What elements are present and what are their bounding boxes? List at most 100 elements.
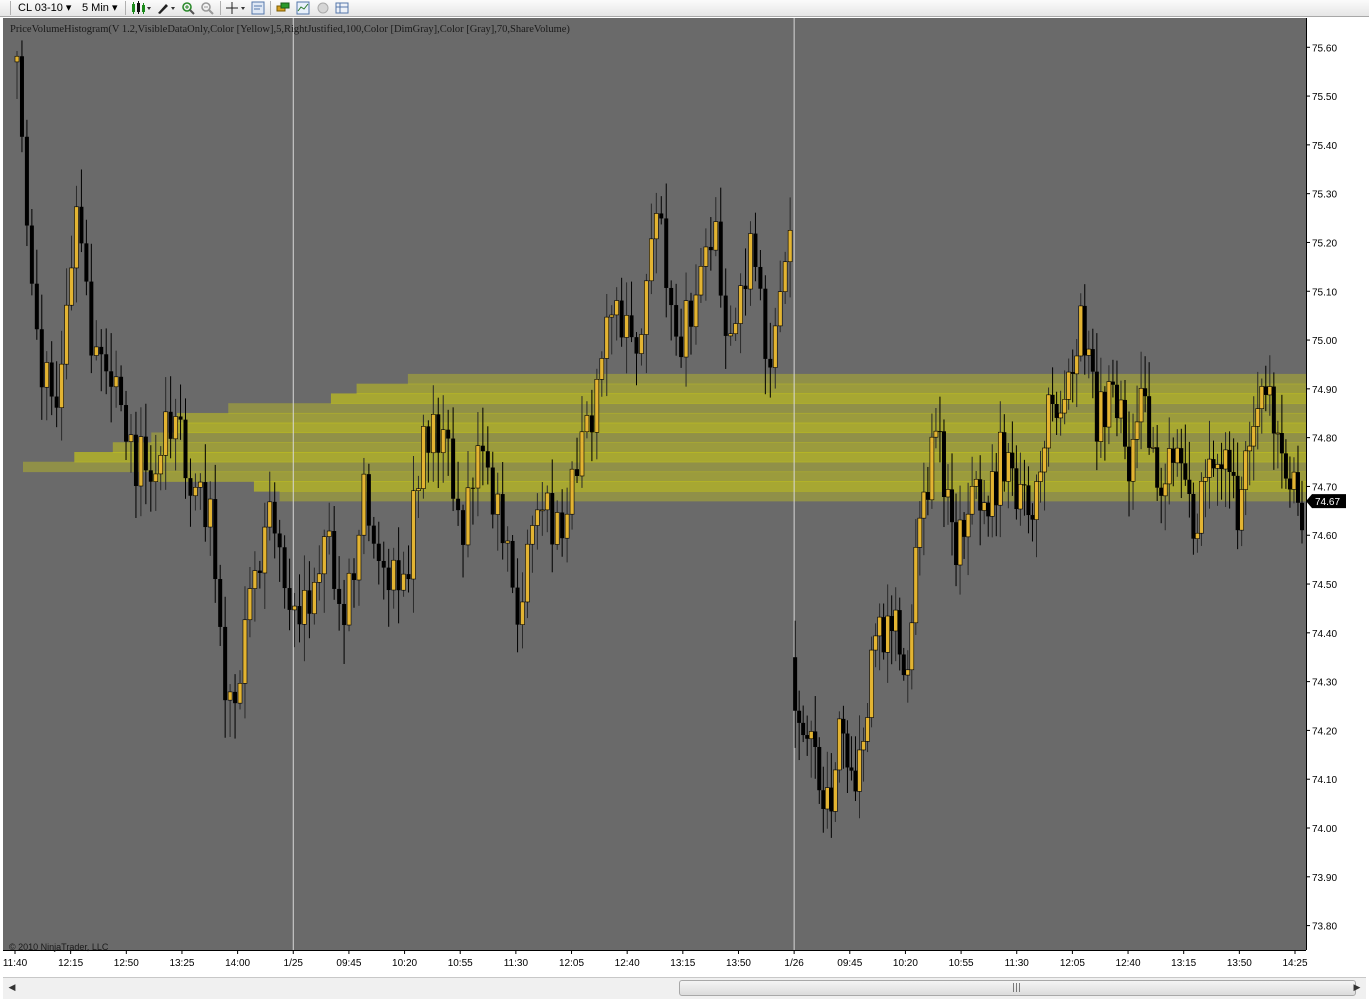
candle-body — [861, 741, 866, 751]
candle-body — [426, 426, 431, 453]
candle-body — [24, 136, 29, 226]
candle-body — [1259, 386, 1265, 409]
candle-body — [332, 531, 337, 589]
candle-body — [1090, 349, 1095, 372]
candle-body — [168, 411, 173, 439]
toolbar-separator — [220, 1, 221, 15]
candle-body — [1191, 493, 1196, 539]
candle-body — [575, 469, 580, 476]
instrument-link-icon[interactable] — [276, 1, 290, 15]
candle-body — [282, 547, 287, 589]
time-tick-label: 10:20 — [392, 958, 417, 969]
interval-selector[interactable]: 5 Min ▾ — [82, 0, 117, 16]
candle-body — [723, 295, 728, 336]
time-axis[interactable]: 11:40 12:15 12:50 13:25 14:00 1/25 09:45 10:20 1… — [3, 950, 1308, 969]
candle-body — [933, 430, 939, 438]
time-tick-label: 12:50 — [114, 958, 139, 969]
candle-body — [416, 488, 421, 492]
crosshair-icon[interactable] — [225, 1, 247, 15]
candle-body — [743, 285, 748, 290]
candle-body — [1014, 468, 1019, 510]
candle-body — [1110, 381, 1115, 385]
grid-icon[interactable] — [335, 1, 349, 15]
draw-pencil-icon[interactable] — [156, 1, 176, 15]
time-tick-label: 1/25 — [284, 958, 304, 969]
circle-icon[interactable] — [316, 1, 330, 15]
candle-body — [525, 543, 530, 603]
chart-properties-icon[interactable] — [296, 1, 310, 15]
candle-body — [1239, 489, 1244, 531]
candle-body — [782, 261, 788, 292]
candle-body — [44, 362, 50, 388]
candle-body — [753, 233, 758, 267]
candle-body — [683, 300, 689, 358]
zoom-in-icon[interactable] — [181, 1, 195, 15]
time-tick-label: 12:40 — [615, 958, 640, 969]
bars-type-icon[interactable] — [130, 1, 152, 15]
price-chart[interactable]: 75.60 75.50 75.40 75.30 75.20 75.10 75.00 74.90… — [3, 18, 1366, 976]
time-tick-label: 1/26 — [784, 958, 804, 969]
candle-body — [1247, 445, 1253, 452]
candle-body — [925, 492, 930, 500]
price-tick-label: 74.30 — [1312, 678, 1337, 689]
candle-body — [833, 769, 838, 812]
candle-body — [1046, 394, 1051, 449]
price-tick-label: 74.10 — [1312, 775, 1337, 786]
price-tick-label: 75.10 — [1312, 287, 1337, 298]
candle-body — [153, 473, 159, 482]
time-tick-label: 12:05 — [1060, 958, 1085, 969]
horizontal-scrollbar[interactable]: ◀ ||| ▶ — [3, 977, 1366, 999]
candle-body — [158, 455, 164, 475]
candle-body — [1138, 387, 1144, 423]
candle-body — [1195, 532, 1200, 539]
candle-body — [913, 547, 919, 624]
candle-body — [777, 291, 783, 327]
candle-body — [29, 225, 34, 284]
candle-body — [937, 431, 942, 433]
candle-body — [321, 536, 327, 575]
candle-body — [973, 478, 979, 487]
price-tick-label: 75.50 — [1312, 92, 1337, 103]
candle-body — [257, 570, 262, 573]
candle-body — [897, 610, 902, 655]
chart-toolbar: CL 03-10 ▾ 5 Min ▾ — [0, 0, 1369, 17]
scrollbar-thumb[interactable]: ||| — [679, 980, 1356, 996]
candle-body — [584, 415, 590, 433]
candle-body — [1062, 399, 1067, 414]
candle-body — [440, 429, 446, 454]
candle-body — [1211, 459, 1216, 469]
candle-body — [207, 498, 213, 528]
time-tick-label: 11:30 — [504, 958, 529, 969]
scroll-left-icon[interactable]: ◀ — [5, 981, 19, 995]
zoom-out-icon[interactable] — [200, 1, 214, 15]
instrument-selector[interactable]: CL 03-10 ▾ — [18, 0, 71, 16]
candle-body — [1042, 447, 1047, 473]
candle-body — [1183, 463, 1188, 480]
data-box-icon[interactable] — [251, 1, 265, 15]
candle-body — [674, 305, 679, 337]
candle-body — [849, 767, 854, 771]
current-price-label: 74.67 — [1315, 497, 1340, 508]
price-tick-label: 74.20 — [1312, 726, 1337, 737]
chart-canvas[interactable]: 75.60 75.50 75.40 75.30 75.20 75.10 75.00 74.90… — [3, 18, 1366, 976]
price-axis[interactable]: 75.60 75.50 75.40 75.30 75.20 75.10 75.00 74.90… — [1306, 43, 1337, 933]
candle-body — [1034, 481, 1039, 520]
candle-body — [302, 590, 307, 625]
candle-body — [421, 426, 426, 489]
candle-body — [986, 502, 991, 517]
candle-body — [738, 285, 743, 324]
candle-body — [857, 749, 862, 792]
candle-body — [1130, 439, 1136, 482]
candle-body — [113, 376, 119, 388]
candle-body — [138, 436, 144, 487]
candle-body — [376, 543, 381, 561]
candle-body — [74, 206, 79, 269]
candle-body — [99, 346, 104, 355]
price-tick-label: 74.60 — [1312, 531, 1337, 542]
candle-body — [772, 325, 778, 368]
price-tick-label: 74.00 — [1312, 824, 1337, 835]
scroll-right-icon[interactable]: ▶ — [1350, 981, 1364, 995]
price-tick-label: 73.80 — [1312, 922, 1337, 933]
histogram-bar — [228, 403, 1306, 414]
candle-body — [307, 590, 312, 614]
